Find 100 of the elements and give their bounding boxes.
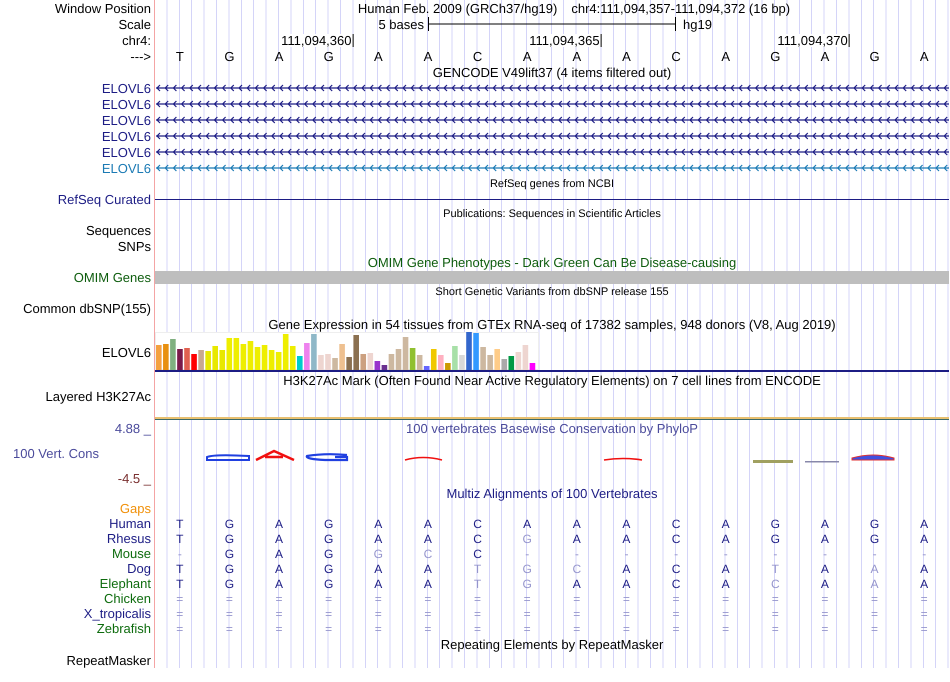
alignment-base: = bbox=[276, 592, 283, 604]
alignment-base: = bbox=[622, 608, 630, 620]
alignment-base: = bbox=[871, 592, 878, 604]
alignment-base: = bbox=[524, 608, 531, 620]
track-label: Layered H3K27Ac bbox=[45, 390, 151, 403]
alignment-base: T bbox=[772, 562, 779, 574]
alignment-base: C bbox=[473, 518, 482, 530]
alignment-base: A bbox=[622, 578, 630, 590]
alignment-base: A bbox=[622, 532, 630, 544]
alignment-base: = bbox=[474, 592, 482, 604]
alignment-base: = bbox=[474, 608, 482, 620]
alignment-base: A bbox=[424, 578, 432, 590]
alignment-base: C bbox=[424, 548, 432, 560]
alignment-base: C bbox=[473, 532, 482, 544]
alignment-base: A bbox=[722, 518, 730, 530]
alignment-base: - bbox=[773, 548, 778, 560]
coordinate-label: 111,094,365 bbox=[529, 34, 602, 47]
alignment-base: - bbox=[574, 548, 579, 560]
base-letter: A bbox=[374, 50, 383, 62]
track-label: 100 Vert. Cons bbox=[13, 446, 99, 460]
coordinate-label: 111,094,360 bbox=[281, 34, 354, 47]
alignment-base: G bbox=[324, 578, 334, 590]
alignment-base: - bbox=[525, 548, 530, 560]
alignment-base: = bbox=[226, 622, 233, 634]
alignment-base: = bbox=[276, 622, 283, 634]
alignment-base: A bbox=[275, 548, 284, 560]
track-label: 4.88 _ bbox=[114, 422, 151, 434]
alignment-base: A bbox=[820, 532, 829, 544]
base-letter: A bbox=[820, 50, 830, 62]
alignment-base: - bbox=[922, 548, 926, 560]
alignment-base: A bbox=[523, 518, 532, 530]
base-letter: G bbox=[870, 50, 880, 62]
alignment-base: = bbox=[325, 592, 332, 604]
alignment-base: - bbox=[178, 548, 182, 560]
alignment-base: A bbox=[572, 578, 581, 590]
alignment-base: = bbox=[524, 592, 531, 604]
alignment-base: = bbox=[722, 592, 730, 604]
alignment-base: = bbox=[573, 592, 580, 604]
track-label: Sequences bbox=[86, 224, 151, 236]
track-title: Gene Expression in 54 tissues from GTEx RNA-seq of 17382 samples, 948 donors (V8, Aug 2019) bbox=[268, 318, 836, 330]
alignment-base: = bbox=[374, 592, 382, 604]
alignment-base: G bbox=[522, 578, 532, 590]
base-letter: C bbox=[472, 50, 482, 62]
alignment-base: G bbox=[224, 548, 234, 560]
alignment-base: G bbox=[324, 518, 334, 530]
base-letter: T bbox=[176, 50, 184, 62]
base-letter: A bbox=[920, 50, 929, 62]
alignment-base: = bbox=[772, 592, 779, 604]
base-letter: G bbox=[224, 50, 234, 62]
alignment-base: A bbox=[920, 578, 928, 590]
alignment-base: - bbox=[872, 548, 877, 560]
alignment-base: = bbox=[622, 622, 630, 634]
alignment-base: A bbox=[722, 578, 730, 590]
track-label: OMIM Genes bbox=[74, 270, 151, 284]
alignment-base: C bbox=[672, 532, 680, 544]
alignment-base: A bbox=[424, 562, 432, 574]
alignment-base: A bbox=[722, 562, 730, 574]
alignment-base: G bbox=[870, 532, 880, 544]
base-letter: A bbox=[622, 50, 631, 62]
alignment-base: = bbox=[772, 622, 779, 634]
track-label: ELOVL6 bbox=[102, 114, 151, 126]
alignment-base: = bbox=[622, 592, 630, 604]
strand-label: ---> bbox=[130, 50, 151, 62]
alignment-base: A bbox=[920, 532, 928, 544]
track-label: ELOVL6 bbox=[102, 98, 151, 110]
alignment-base: G bbox=[324, 562, 334, 574]
alignment-base: - bbox=[624, 548, 628, 560]
alignment-base: = bbox=[920, 592, 928, 604]
alignment-base: G bbox=[324, 548, 334, 560]
alignment-base: = bbox=[672, 592, 680, 604]
alignment-base: G bbox=[224, 562, 234, 574]
alignment-base: A bbox=[374, 532, 382, 544]
alignment-base: = bbox=[920, 608, 928, 620]
base-letter: G bbox=[770, 50, 780, 62]
alignment-base: G bbox=[770, 518, 780, 530]
alignment-base: A bbox=[870, 562, 879, 574]
alignment-base: A bbox=[572, 518, 581, 530]
alignment-base: = bbox=[821, 622, 828, 634]
track-label: Gaps bbox=[120, 502, 151, 515]
coordinate-label: 111,094,370 bbox=[777, 34, 850, 47]
track-label: Zebrafish bbox=[96, 622, 151, 635]
track-label: Human bbox=[109, 517, 151, 530]
alignment-base: G bbox=[224, 578, 234, 590]
track-label: ELOVL6 bbox=[102, 346, 151, 358]
track-label: Rhesus bbox=[106, 532, 151, 545]
alignment-base: C bbox=[672, 578, 680, 590]
track-label: Dog bbox=[127, 562, 151, 575]
alignment-base: = bbox=[424, 608, 432, 620]
assembly-title: Human Feb. 2009 (GRCh37/hg19) bbox=[358, 2, 558, 14]
alignment-base: = bbox=[672, 622, 680, 634]
row-label: chr4: bbox=[122, 34, 151, 46]
alignment-base: A bbox=[275, 578, 284, 590]
alignment-base: G bbox=[224, 532, 234, 544]
alignment-base: A bbox=[275, 562, 284, 574]
base-letter: A bbox=[522, 50, 532, 62]
alignment-base: A bbox=[275, 518, 284, 530]
alignment-base: A bbox=[820, 578, 829, 590]
track-label: Common dbSNP(155) bbox=[23, 302, 151, 314]
track-title: OMIM Gene Phenotypes - Dark Green Can Be Disease-causing bbox=[368, 256, 736, 268]
base-letter: G bbox=[324, 50, 334, 62]
